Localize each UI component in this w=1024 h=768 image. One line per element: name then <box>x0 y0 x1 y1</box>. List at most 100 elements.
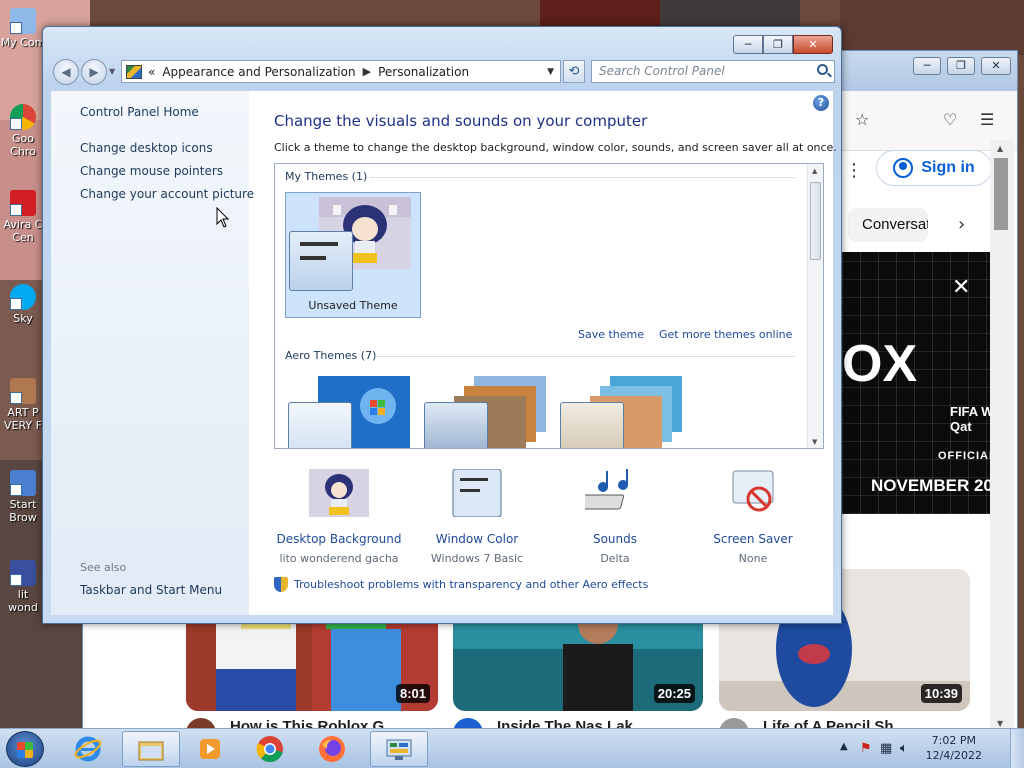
start-button[interactable] <box>6 731 44 767</box>
search-input[interactable]: Search Control Panel <box>591 60 835 83</box>
control-panel-home-link[interactable]: Control Panel Home <box>80 105 199 119</box>
breadcrumb-separator-icon[interactable]: ▶ <box>363 65 371 78</box>
desktop-icon-my-computer[interactable]: My Com <box>0 8 46 49</box>
recent-pages-dropdown-icon[interactable]: ▼ <box>109 67 115 76</box>
taskbar-control-panel[interactable] <box>370 731 428 767</box>
breadcrumb-overflow-chevron[interactable]: « <box>148 65 155 79</box>
browser-minimize-button[interactable]: ─ <box>913 57 941 75</box>
taskbar-start-menu-link[interactable]: Taskbar and Start Menu <box>80 583 222 597</box>
hamburger-menu-icon[interactable]: ☰ <box>980 110 994 129</box>
desktop-icon-art-file[interactable]: ART P VERY F <box>0 378 46 432</box>
show-desktop-button[interactable] <box>1010 729 1024 768</box>
volume-icon[interactable]: 🔈︎ <box>900 741 908 756</box>
option-name: Window Color <box>435 532 519 546</box>
scroll-up-icon[interactable]: ▲ <box>812 167 817 175</box>
desktop-icon-google-chrome[interactable]: Goo Chro <box>0 104 46 158</box>
screen-saver-option[interactable]: Screen Saver None <box>684 469 822 565</box>
aero-themes-group-label: Aero Themes (7) <box>285 349 377 362</box>
desktop-icon-skype[interactable]: Sky <box>0 284 46 325</box>
window-caption-buttons: ─ ❐ ✕ <box>733 35 833 54</box>
ad-close-icon[interactable]: ✕ <box>952 274 970 300</box>
forward-button[interactable]: ▶ <box>81 59 107 85</box>
control-panel-icon <box>126 64 142 79</box>
address-dropdown-icon[interactable]: ▼ <box>541 67 560 77</box>
option-name: Sounds <box>592 532 638 546</box>
network-icon[interactable]: ▦ <box>880 741 892 756</box>
save-theme-link[interactable]: Save theme <box>578 328 644 341</box>
desktop-background-option[interactable]: Desktop Background lito wonderend gacha <box>270 469 408 565</box>
desktop-icon-avira[interactable]: Avira C Cen <box>0 190 46 244</box>
taskbar-firefox[interactable] <box>304 731 362 767</box>
clock-time: 7:02 PM <box>931 734 976 747</box>
theme-tile-architecture[interactable] <box>421 372 557 448</box>
scroll-down-icon[interactable]: ▼ <box>812 438 817 446</box>
page-description: Click a theme to change the desktop back… <box>274 141 837 154</box>
theme-tile-characters[interactable] <box>557 372 693 448</box>
minimize-button[interactable]: ─ <box>733 35 763 54</box>
scroll-down-icon[interactable]: ▼ <box>997 719 1003 728</box>
taskbar-media-player[interactable] <box>182 731 240 767</box>
page-title: Change the visuals and sounds on your co… <box>274 112 648 130</box>
sounds-option[interactable]: Sounds Delta <box>546 469 684 565</box>
group-divider <box>370 177 795 178</box>
action-center-flag-icon[interactable]: ⚑ <box>860 741 872 756</box>
pocket-icon[interactable]: ♡ <box>943 110 957 129</box>
window-color-overlay <box>289 231 353 291</box>
control-panel-icon <box>386 739 412 760</box>
browser-scrollbar[interactable]: ▲ ▼ <box>990 140 1014 730</box>
ad-fifa-text: FIFA W Qat <box>950 404 994 434</box>
skype-icon <box>10 284 36 310</box>
breadcrumb-appearance[interactable]: Appearance and Personalization <box>162 65 355 79</box>
account-icon <box>893 158 914 178</box>
advertisement-banner[interactable]: ✕ OX FIFA W Qat OFFICIAL NOVEMBER 20 <box>842 252 994 514</box>
browser-icon <box>10 470 36 496</box>
themes-list[interactable]: My Themes (1) Unsaved Theme Save theme G… <box>274 163 824 449</box>
more-options-icon[interactable]: ⋮ <box>845 160 863 181</box>
group-divider <box>375 356 795 357</box>
breadcrumb-personalization[interactable]: Personalization <box>378 65 469 79</box>
window-content: Control Panel Home Change desktop icons … <box>51 91 837 615</box>
video-duration: 20:25 <box>653 684 695 703</box>
chevron-right-icon[interactable]: › <box>958 214 965 235</box>
themes-scrollbar[interactable]: ▲ ▼ <box>807 164 823 448</box>
change-account-picture-link[interactable]: Change your account picture <box>80 187 254 201</box>
video-duration: 8:01 <box>395 684 430 703</box>
bookmark-star-icon[interactable]: ☆ <box>855 110 869 129</box>
sign-in-button[interactable]: Sign in <box>876 150 992 186</box>
troubleshoot-aero-link[interactable]: Troubleshoot problems with transparency … <box>274 577 648 592</box>
scrollbar-thumb[interactable] <box>994 158 1008 230</box>
close-button[interactable]: ✕ <box>793 35 833 54</box>
refresh-button[interactable]: ⟲ <box>563 60 585 83</box>
window-color-option[interactable]: Window Color Windows 7 Basic <box>408 468 546 565</box>
theme-tile-windows-7[interactable] <box>285 372 421 448</box>
clock-date: 12/4/2022 <box>925 749 982 762</box>
scroll-up-icon[interactable]: ▲ <box>997 144 1003 153</box>
change-mouse-pointers-link[interactable]: Change mouse pointers <box>80 164 223 178</box>
taskbar-internet-explorer[interactable] <box>60 731 118 767</box>
address-bar[interactable]: « Appearance and Personalization ▶ Perso… <box>121 60 561 83</box>
folder-icon <box>138 741 164 761</box>
option-value: Delta <box>600 552 630 565</box>
search-icon[interactable] <box>817 64 828 75</box>
desktop-icon-lito-wonderend[interactable]: lit wond <box>0 560 46 614</box>
help-icon[interactable]: ? <box>813 95 829 111</box>
window-color-overlay <box>560 402 624 448</box>
browser-close-button[interactable]: ✕ <box>981 57 1011 75</box>
get-more-themes-link[interactable]: Get more themes online <box>659 328 792 341</box>
taskbar-chrome[interactable] <box>242 731 300 767</box>
windows-logo-icon <box>17 742 33 758</box>
change-desktop-icons-link[interactable]: Change desktop icons <box>80 141 213 155</box>
back-button[interactable]: ◀ <box>53 59 79 85</box>
show-hidden-icons-icon[interactable]: ▲ <box>840 741 848 752</box>
scrollbar-thumb[interactable] <box>810 182 821 260</box>
desktop-icon-start-browser[interactable]: Start Brow <box>0 470 46 524</box>
browser-maximize-button[interactable]: ❐ <box>947 57 975 75</box>
taskbar-windows-explorer[interactable] <box>122 731 180 767</box>
theme-tile-unsaved[interactable]: Unsaved Theme <box>285 192 421 318</box>
left-navigation-pane: Control Panel Home Change desktop icons … <box>51 91 254 615</box>
maximize-button[interactable]: ❐ <box>763 35 793 54</box>
mouse-pointer-icon <box>216 207 230 228</box>
filter-chip[interactable]: Conversat <box>848 208 928 242</box>
image-file-icon <box>10 378 36 404</box>
system-clock[interactable]: 7:02 PM 12/4/2022 <box>926 733 982 763</box>
